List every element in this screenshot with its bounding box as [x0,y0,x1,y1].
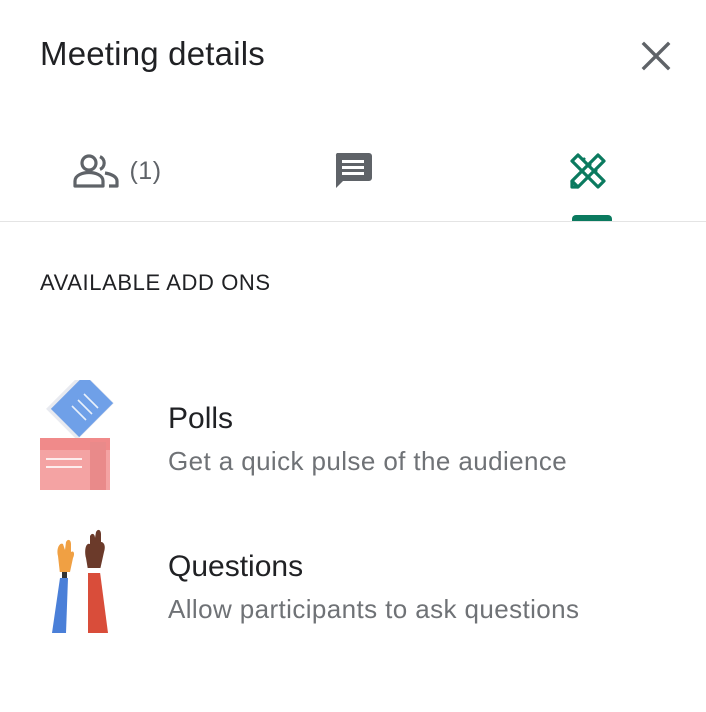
header: Meeting details [0,0,706,110]
page-title: Meeting details [40,35,265,72]
addon-questions[interactable]: Questions Allow participants to ask ques… [0,528,706,638]
polls-illustration-icon [40,380,114,490]
close-button[interactable] [632,32,680,80]
people-icon [73,154,120,188]
section-heading: AVAILABLE ADD ONS [40,270,271,295]
tab-bar: (1) [0,130,706,222]
participant-count: (1) [129,156,162,185]
addon-description: Get a quick pulse of the audience [168,446,568,476]
close-icon [641,41,671,71]
addon-title: Polls [168,402,234,435]
raised-hands-illustration-icon [52,529,108,633]
selected-tab-indicator [572,215,612,221]
add-ons-icon [569,153,606,189]
addon-polls[interactable]: Polls Get a quick pulse of the audience [0,380,706,490]
chat-icon [335,153,372,188]
tab-people[interactable]: (1) [0,130,235,221]
addon-title: Questions [168,550,304,583]
tab-chat[interactable] [235,130,470,221]
tab-add-ons[interactable] [470,130,705,221]
addon-description: Allow participants to ask questions [168,594,580,624]
